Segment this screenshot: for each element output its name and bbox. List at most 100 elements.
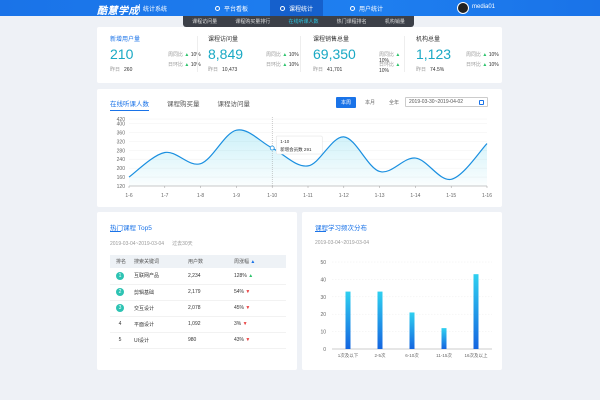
hot-courses-table: 排名 搜索关键词 用户数 周涨幅 ▲ 1 互联网产品 2,234 128% ▲ 2 剪辑基… <box>110 255 286 349</box>
header-users: 用户数 <box>188 255 234 268</box>
logo: 酷慧学成 <box>97 6 139 17</box>
kpi-prev: 昨日 41,701 <box>313 67 343 73</box>
divider <box>404 36 405 72</box>
x-tick-label: 1-13 <box>375 193 385 199</box>
rank-badge: 5 <box>118 337 122 343</box>
kpi-day: 日环比 ▲ 10% <box>266 62 299 68</box>
table-row[interactable]: 1 互联网产品 2,234 128% ▲ <box>110 268 286 285</box>
arrow-up-icon: ▲ <box>248 272 254 279</box>
bar <box>409 312 415 349</box>
keyword-cell: 交互设计 <box>134 300 188 317</box>
tooltip-date: 1-10 <box>280 139 290 144</box>
y-tick-label: 200 <box>117 166 126 172</box>
rank-cell: 3 <box>110 300 134 317</box>
top-bar: 酷慧学成 统计系统 平台看板 课程统计 用户统计 media01 <box>0 0 600 17</box>
x-tick-label: 1-10 <box>267 193 277 199</box>
nav-label: 用户统计 <box>359 6 384 13</box>
users-cell: 2,179 <box>188 284 234 301</box>
tooltip-value: 新增会员数 291 <box>280 146 312 153</box>
x-tick-label: 1-11 <box>303 193 313 199</box>
x-tick-label: 1-7 <box>161 193 168 199</box>
x-tick-label: 1-14 <box>410 193 420 199</box>
y-tick-label: 20 <box>320 312 326 318</box>
kpi-prev: 昨日 74.5% <box>416 67 445 73</box>
bar <box>441 328 447 349</box>
kpi-course-visits: 课程访问量 8,849 昨日 10,473 周同比 ▲ 10% 日环比 ▲ 10% <box>208 34 303 73</box>
y-tick-label: 240 <box>117 157 126 163</box>
rank-cell: 4 <box>110 316 134 333</box>
y-tick-label: 120 <box>117 184 126 190</box>
kpi-day: 日环比 ▲ 10% <box>168 62 201 68</box>
x-tick-label: 1-16 <box>482 193 492 199</box>
subnav-item[interactable]: 机构销量 <box>385 18 405 25</box>
x-tick-label: 16次及以上 <box>464 352 488 359</box>
nav-course-stats[interactable]: 课程统计 <box>270 0 324 16</box>
table-row[interactable]: 5 UI设计 980 43% ▼ <box>110 332 286 349</box>
y-tick-label: 160 <box>117 175 126 181</box>
data-point <box>269 145 275 151</box>
kpi-prev: 昨日 10,473 <box>208 67 238 73</box>
subnav-item-active[interactable]: 在线听课人数 <box>288 18 318 25</box>
kpi-prev: 昨日 260 <box>110 67 133 73</box>
table-header-row: 排名 搜索关键词 用户数 周涨幅 ▲ <box>110 255 286 268</box>
table-row[interactable]: 3 交互设计 2,078 45% ▼ <box>110 300 286 317</box>
growth-cell: 45% ▼ <box>234 300 286 317</box>
growth-cell: 3% ▼ <box>234 316 286 333</box>
x-tick-label: 2-5次 <box>374 352 386 359</box>
sub-nav: 课程访问量 课程购买量排行 在线听课人数 热门课程排名 机构销量 <box>183 16 414 27</box>
nav-user-stats[interactable]: 用户统计 <box>340 0 393 16</box>
avatar[interactable] <box>457 2 469 14</box>
subnav-item[interactable]: 课程购买量排行 <box>235 18 270 25</box>
users-cell: 1,092 <box>188 316 234 333</box>
users-cell: 2,234 <box>188 268 234 285</box>
kpi-institutions: 机构总量 1,123 昨日 74.5% 周同比 ▲ 10% 日环比 ▲ 10% <box>416 34 511 73</box>
kpi-day: 日环比 ▲ 10% <box>466 62 499 68</box>
divider <box>300 36 301 72</box>
rank-cell: 2 <box>110 284 134 301</box>
kpi-course-sales: 课程销售总量 69,350 昨日 41,701 周同比 ▲ 10% 日环比 ▲ 1… <box>313 34 408 74</box>
subnav-item[interactable]: 课程访问量 <box>192 18 217 25</box>
x-tick-label: 1-6 <box>125 193 132 199</box>
rank-badge: 3 <box>116 304 124 312</box>
y-tick-label: 280 <box>117 148 126 154</box>
arrow-down-icon: ▼ <box>245 337 251 343</box>
rank-badge: 4 <box>118 321 122 327</box>
growth-cell: 128% ▲ <box>234 268 286 285</box>
rank-cell: 1 <box>110 268 134 285</box>
y-tick-label: 40 <box>320 277 326 283</box>
rank-badge: 2 <box>116 288 124 296</box>
users-cell: 2,078 <box>188 300 234 317</box>
header-rank: 排名 <box>110 255 134 268</box>
logo-divider <box>139 4 140 12</box>
y-tick-label: 10 <box>320 330 326 336</box>
arrow-down-icon: ▼ <box>245 305 251 311</box>
title-underline <box>110 231 121 232</box>
kpi-value: 210 <box>110 46 134 62</box>
growth-cell: 43% ▼ <box>234 332 286 349</box>
table-row[interactable]: 4 平面设计 1,092 3% ▼ <box>110 316 286 333</box>
y-tick-label: 30 <box>320 295 326 301</box>
system-name: 统计系统 <box>143 7 168 13</box>
bar-chart: 0 10 20 30 40 50 1次及以下 2-5次 6-10次 11-15次 16次及以上 <box>320 260 492 359</box>
kpi-title: 课程访问量 <box>208 37 239 43</box>
kpi-new-users: 新增用户量 210 昨日 260 周同比 ▲ 10% 日环比 ▲ 10% <box>110 34 205 73</box>
line-chart: 1201602002402803203604004201-6 1-7 1-8 1-9 1… <box>117 117 492 199</box>
table-row[interactable]: 2 剪辑基础 2,179 54% ▼ <box>110 284 286 301</box>
dashboard-icon <box>215 5 220 11</box>
kpi-card: 新增用户量 210 昨日 260 周同比 ▲ 10% 日环比 ▲ 10% 课程访问… <box>97 27 502 83</box>
growth-cell: 54% ▼ <box>234 284 286 301</box>
rank-cell: 5 <box>110 332 134 349</box>
subnav-item[interactable]: 热门课程排名 <box>337 18 367 25</box>
kpi-value: 69,350 <box>313 46 356 62</box>
x-tick-label: 6-10次 <box>405 352 419 359</box>
y-tick-label: 320 <box>117 139 126 145</box>
nav-platform-board[interactable]: 平台看板 <box>205 0 258 16</box>
header-keyword: 搜索关键词 <box>134 255 188 268</box>
keyword-cell: 剪辑基础 <box>134 284 188 301</box>
kpi-week: 周同比 ▲ 10% <box>168 52 201 58</box>
header-growth[interactable]: 周涨幅 ▲ <box>234 255 286 268</box>
rank-badge: 1 <box>116 271 124 280</box>
y-tick-label: 360 <box>117 130 126 136</box>
bar <box>345 291 351 349</box>
username[interactable]: media01 <box>472 4 495 10</box>
